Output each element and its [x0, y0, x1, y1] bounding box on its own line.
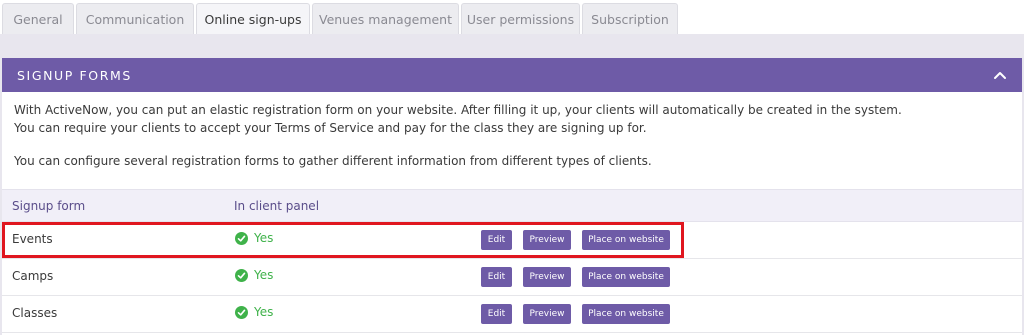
column-header-signup-form: Signup form: [12, 199, 86, 213]
table-header: Signup form In client panel: [2, 189, 1022, 222]
place-on-website-button[interactable]: Place on website: [582, 230, 670, 250]
panel-header[interactable]: SIGNUP FORMS: [2, 58, 1022, 92]
form-name: Classes: [12, 306, 58, 320]
tab-bar: General Communication Online sign-ups Ve…: [0, 0, 1024, 34]
tab-communication[interactable]: Communication: [76, 3, 194, 34]
status-label: Yes: [254, 231, 274, 245]
column-header-in-client-panel: In client panel: [234, 199, 320, 213]
status-indicator: Yes: [235, 231, 273, 245]
status-indicator: Yes: [235, 268, 273, 282]
intro-line: You can require your clients to accept y…: [14, 121, 647, 135]
tab-subscription[interactable]: Subscription: [582, 3, 678, 34]
preview-button[interactable]: Preview: [523, 304, 571, 324]
place-on-website-button[interactable]: Place on website: [582, 267, 670, 287]
place-on-website-button[interactable]: Place on website: [582, 304, 670, 324]
tab-venues-management[interactable]: Venues management: [312, 3, 459, 34]
table-row: Events Yes Edit Preview Place on website: [2, 222, 1022, 259]
form-name: Events: [12, 232, 53, 246]
table-row: Camps Yes Edit Preview Place on website: [2, 259, 1022, 296]
tab-online-sign-ups[interactable]: Online sign-ups: [196, 3, 310, 34]
signup-forms-panel: SIGNUP FORMS With ActiveNow, you can put…: [2, 58, 1022, 335]
check-circle-icon: [235, 305, 248, 319]
table-row: Classes Yes Edit Preview Place on websit…: [2, 296, 1022, 333]
tab-general[interactable]: General: [2, 3, 74, 34]
edit-button[interactable]: Edit: [481, 230, 512, 250]
status-indicator: Yes: [235, 305, 273, 319]
form-name: Camps: [12, 269, 54, 283]
preview-button[interactable]: Preview: [523, 267, 571, 287]
panel-title: SIGNUP FORMS: [17, 67, 132, 83]
status-label: Yes: [254, 268, 274, 282]
tab-user-permissions[interactable]: User permissions: [461, 3, 580, 34]
check-circle-icon: [235, 268, 248, 282]
intro-line: You can configure several registration f…: [14, 154, 652, 168]
chevron-up-icon[interactable]: [992, 67, 1008, 83]
edit-button[interactable]: Edit: [481, 267, 512, 287]
status-label: Yes: [254, 305, 274, 319]
edit-button[interactable]: Edit: [481, 304, 512, 324]
check-circle-icon: [235, 231, 248, 245]
intro-line: With ActiveNow, you can put an elastic r…: [14, 103, 902, 117]
intro-text: With ActiveNow, you can put an elastic r…: [14, 101, 1014, 170]
preview-button[interactable]: Preview: [523, 230, 571, 250]
